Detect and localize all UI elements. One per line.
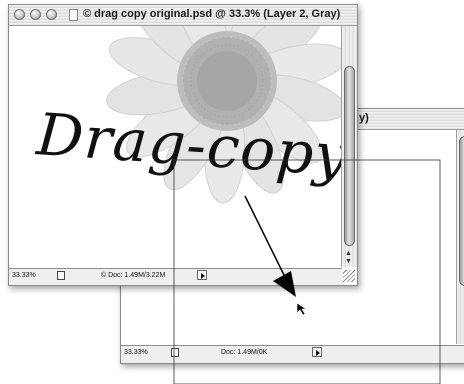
drag-selection-outline xyxy=(173,159,441,384)
arrow-cursor-icon xyxy=(296,302,307,316)
drag-direction-arrow-head xyxy=(273,271,296,297)
drag-direction-arrow-line xyxy=(244,195,285,276)
drag-overlay xyxy=(173,159,441,384)
